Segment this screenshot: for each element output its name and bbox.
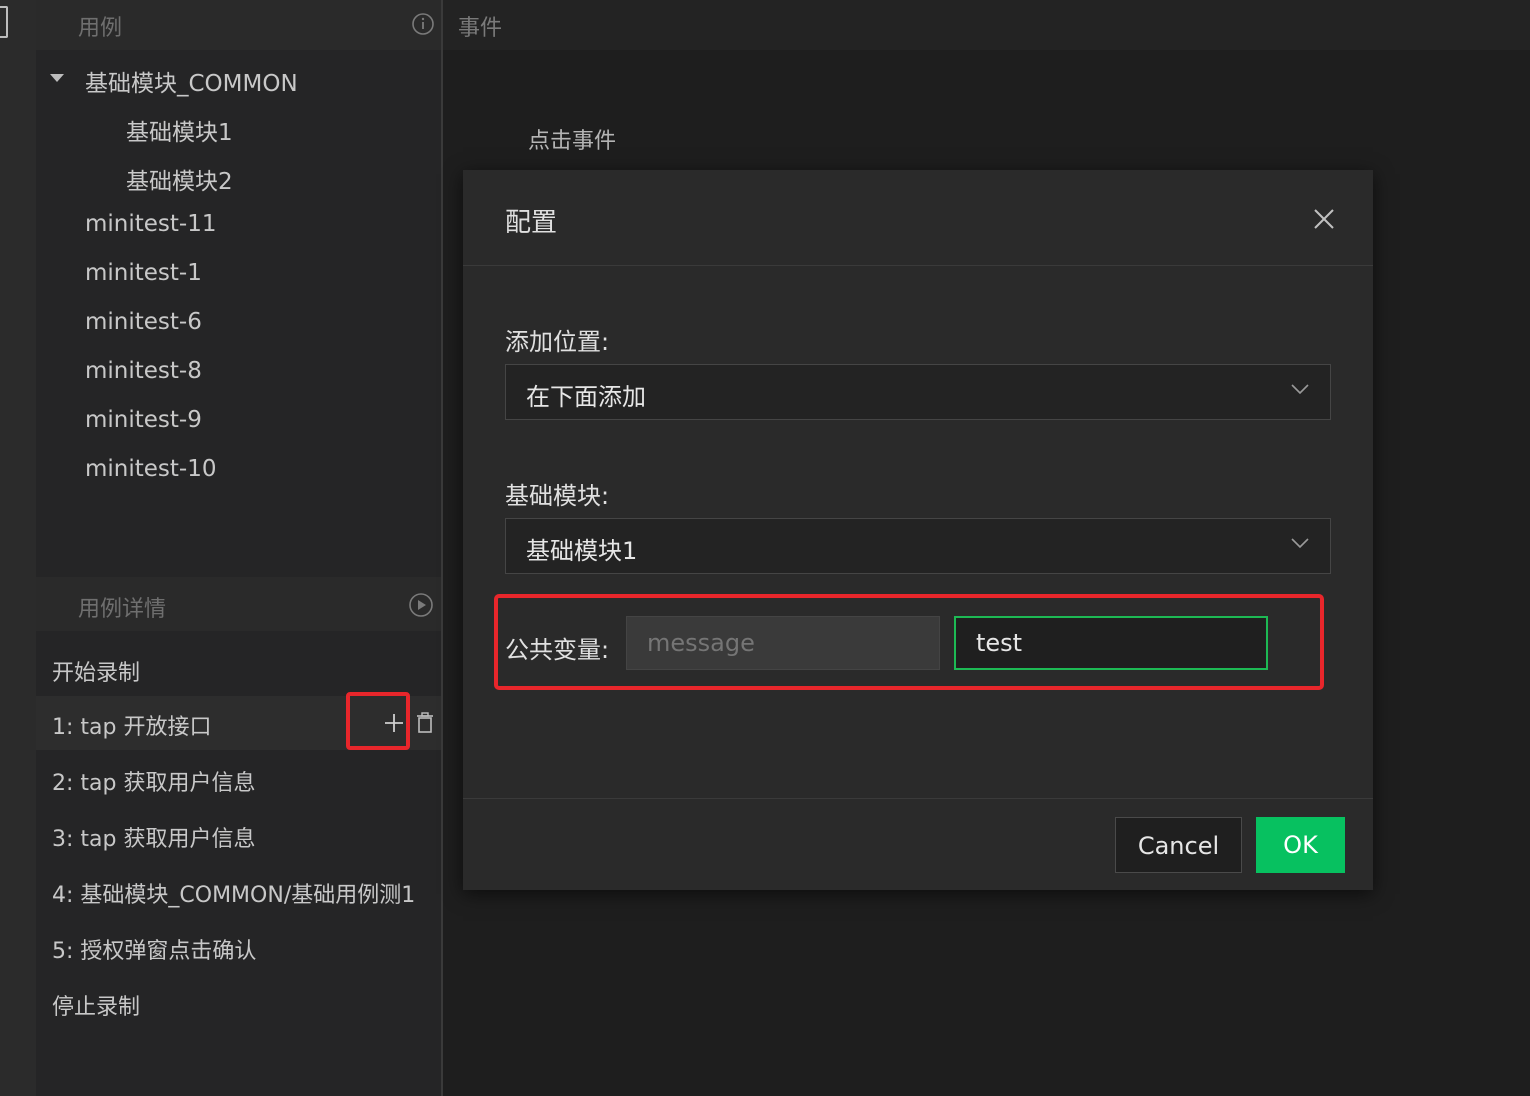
step-row[interactable]: 1: tap 开放接口 [36,692,441,750]
module-select-value: 基础模块1 [526,537,638,565]
main-header-title: 事件 [458,16,503,41]
tree-child-item[interactable]: 基础模块1 [126,113,233,147]
step-label: 5: 授权弹窗点击确认 [52,939,257,964]
module-label: 基础模块: [505,482,610,510]
step-label: 1: tap 开放接口 [52,715,212,740]
chevron-down-icon [1290,379,1310,399]
cancel-button[interactable]: Cancel [1115,817,1242,873]
add-step-highlight [346,692,410,750]
config-dialog: 配置 添加位置: 在下面添加 基础模块: 基础模块1 公共变量: Cancel … [463,170,1373,890]
cases-panel-header: 用例 [36,0,441,50]
dialog-title: 配置 [505,208,558,238]
tree-item[interactable]: minitest-8 [85,358,202,384]
module-select[interactable]: 基础模块1 [505,518,1331,574]
cases-panel-title: 用例 [78,16,123,41]
stop-recording-label: 停止录制 [52,995,141,1020]
step-label: 4: 基础模块_COMMON/基础用例测1 [52,883,416,908]
stop-recording[interactable]: 停止录制 [36,976,441,1030]
tree-item[interactable]: minitest-1 [85,260,202,286]
step-row[interactable]: 5: 授权弹窗点击确认 [36,920,441,974]
sidebar: 用例 基础模块_COMMON 基础模块1 基础模块2 minitest-11 m… [36,0,443,1096]
step-row[interactable]: 3: tap 获取用户信息 [36,808,441,862]
position-select[interactable]: 在下面添加 [505,364,1331,420]
dialog-header: 配置 [463,170,1373,266]
close-icon[interactable] [1309,204,1339,234]
step-row[interactable]: 4: 基础模块_COMMON/基础用例测1 [36,864,441,918]
tree-item[interactable]: minitest-6 [85,309,202,335]
chevron-down-icon [1290,533,1310,553]
tree-item[interactable]: minitest-9 [85,407,202,433]
variable-name-input[interactable] [626,616,940,670]
ok-button[interactable]: OK [1256,817,1345,873]
start-recording[interactable]: 开始录制 [36,642,441,696]
step-label: 2: tap 获取用户信息 [52,771,256,796]
details-panel-header: 用例详情 [36,577,441,631]
activity-item-icon[interactable] [0,6,8,38]
tree-child-item[interactable]: 基础模块2 [126,162,233,196]
step-row[interactable]: 2: tap 获取用户信息 [36,752,441,806]
tree-item[interactable]: minitest-10 [85,456,217,482]
info-icon[interactable] [411,12,435,40]
position-label: 添加位置: [505,328,610,356]
details-panel-title: 用例详情 [78,597,167,622]
variable-label: 公共变量: [505,636,610,664]
play-circle-icon[interactable] [408,592,434,622]
activity-bar [0,0,37,1096]
position-select-value: 在下面添加 [526,383,646,411]
main-header: 事件 [443,0,1530,50]
variable-value-input[interactable] [954,616,1268,670]
tree-group-common[interactable]: 基础模块_COMMON [85,64,298,98]
trash-icon[interactable] [415,712,435,738]
tree-item[interactable]: minitest-11 [85,211,217,237]
step-label: 3: tap 获取用户信息 [52,827,256,852]
start-recording-label: 开始录制 [52,661,141,686]
click-event-label: 点击事件 [528,129,617,154]
dialog-footer-divider [463,798,1373,799]
caret-down-icon[interactable] [50,74,64,82]
